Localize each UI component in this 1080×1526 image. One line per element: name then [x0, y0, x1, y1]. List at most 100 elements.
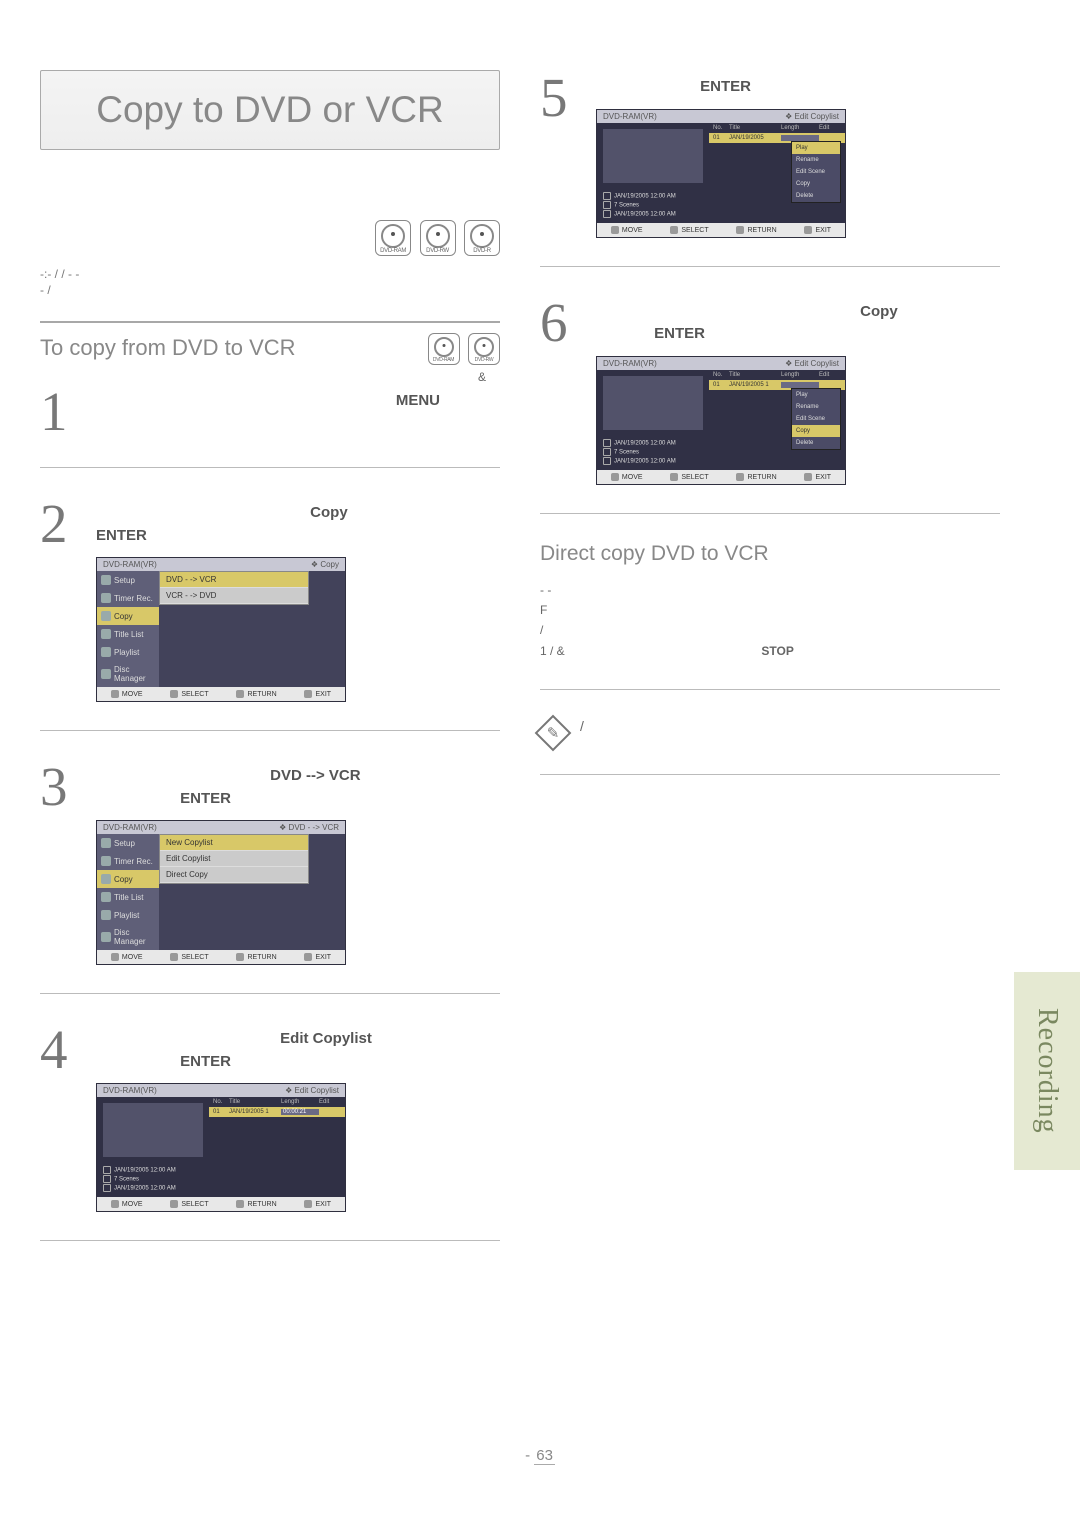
- osd-submenu: DVD - -> VCR VCR - -> DVD: [159, 571, 309, 605]
- hint-select: SELECT: [670, 226, 708, 234]
- divider: [40, 730, 500, 731]
- disc-dvd-ram-icon: DVD-RAM: [375, 220, 411, 256]
- divider: [540, 689, 1000, 690]
- ctx-rename[interactable]: Rename: [792, 154, 840, 166]
- hint-exit: EXIT: [304, 953, 331, 961]
- step-number: 6: [540, 295, 578, 485]
- osd-context: ❖ Copy: [311, 560, 339, 569]
- clock-icon: [101, 856, 111, 866]
- ctx-play[interactable]: Play: [792, 142, 840, 154]
- divider: [540, 266, 1000, 267]
- submenu-item[interactable]: DVD - -> VCR: [160, 572, 308, 588]
- osd-footer: MOVE SELECT RETURN EXIT: [597, 470, 845, 484]
- disc-icon: [101, 669, 111, 679]
- playlist-icon: [101, 910, 111, 920]
- disc-icon: [101, 932, 111, 942]
- sidebar-item-playlist[interactable]: Playlist: [97, 906, 159, 924]
- hint-move: MOVE: [111, 1200, 143, 1208]
- submenu-item[interactable]: Edit Copylist: [160, 851, 308, 867]
- osd-footer: MOVE SELECT RETURN EXIT: [97, 1197, 345, 1211]
- sidebar-item-copy[interactable]: Copy: [97, 870, 159, 888]
- sidebar-item-setup[interactable]: Setup: [97, 834, 159, 852]
- hint-select: SELECT: [170, 953, 208, 961]
- context-menu: Play Rename Edit Scene Copy Delete: [791, 141, 841, 203]
- ctx-delete[interactable]: Delete: [792, 437, 840, 449]
- step-number: 4: [40, 1022, 78, 1212]
- hint-move: MOVE: [611, 473, 643, 481]
- ctx-copy[interactable]: Copy: [792, 178, 840, 190]
- direct-copy-lines: - - F / 1 / & STOP: [540, 580, 1000, 662]
- clip-info: JAN/19/2005 12:00 AM 7 Scenes JAN/19/200…: [603, 439, 703, 466]
- osd-title: DVD-RAM(VR): [603, 359, 657, 368]
- sidebar-item-discmgr[interactable]: Disc Manager: [97, 924, 159, 950]
- section-heading: To copy from DVD to VCR: [40, 335, 296, 361]
- hint-return: RETURN: [736, 226, 776, 234]
- step-text: Copy ENTER: [96, 502, 500, 547]
- osd-context: ❖ DVD - -> VCR: [279, 823, 339, 832]
- ctx-copy[interactable]: Copy: [792, 425, 840, 437]
- hint-return: RETURN: [236, 953, 276, 961]
- osd-footer: MOVE SELECT RETURN EXIT: [597, 223, 845, 237]
- label-word: Copy: [860, 303, 898, 320]
- disc-badge-row-small: DVD-RAM DVD-RW: [424, 333, 500, 370]
- step-text: DVD --> VCR ENTER: [96, 765, 500, 810]
- osd-step2: DVD-RAM(VR) ❖ Copy Setup Timer Rec. Copy…: [96, 557, 346, 702]
- note-text: /: [580, 718, 584, 734]
- clock-icon: [101, 593, 111, 603]
- sidebar-item-playlist[interactable]: Playlist: [97, 643, 159, 661]
- direct-copy-heading: Direct copy DVD to VCR: [540, 542, 1000, 566]
- disc-dvd-rw-icon: DVD-RW: [420, 220, 456, 256]
- submenu-item[interactable]: VCR - -> DVD: [160, 588, 308, 604]
- menu-keyword: MENU: [396, 392, 440, 409]
- list-icon: [101, 892, 111, 902]
- osd-step3: DVD-RAM(VR) ❖ DVD - -> VCR Setup Timer R…: [96, 820, 346, 965]
- step-number: 2: [40, 496, 78, 702]
- step-number: 1: [40, 384, 78, 439]
- stop-keyword: STOP: [761, 644, 793, 658]
- page-title: Copy to DVD or VCR: [40, 70, 500, 150]
- gear-icon: [101, 838, 111, 848]
- sidebar-item-timer[interactable]: Timer Rec.: [97, 589, 159, 607]
- osd-step6: DVD-RAM(VR) ❖ Edit Copylist JAN/19/2005 …: [596, 356, 846, 485]
- clip-info: JAN/19/2005 12:00 AM 7 Scenes JAN/19/200…: [603, 192, 703, 219]
- sidebar-item-setup[interactable]: Setup: [97, 571, 159, 589]
- step-text: Copy ENTER: [596, 301, 1000, 346]
- context-menu: Play Rename Edit Scene Copy Delete: [791, 388, 841, 450]
- hint-return: RETURN: [736, 473, 776, 481]
- osd-title: DVD-RAM(VR): [103, 560, 157, 569]
- ctx-editscene[interactable]: Edit Scene: [792, 413, 840, 425]
- osd-footer: MOVE SELECT RETURN EXIT: [97, 687, 345, 701]
- osd-title: DVD-RAM(VR): [603, 112, 657, 121]
- osd-submenu: New Copylist Edit Copylist Direct Copy: [159, 834, 309, 884]
- table-row[interactable]: 01JAN/19/2005 100:00:21: [209, 1107, 345, 1117]
- enter-keyword: ENTER: [180, 1053, 231, 1070]
- ctx-play[interactable]: Play: [792, 389, 840, 401]
- disc-dvd-ram-icon: DVD-RAM: [428, 333, 460, 365]
- page-footer: - 63: [0, 1447, 1080, 1464]
- submenu-item[interactable]: Direct Copy: [160, 867, 308, 883]
- gear-icon: [101, 575, 111, 585]
- meta-line-2: - /: [40, 283, 500, 297]
- disc-badge-row: DVD-RAM DVD-RW DVD-R: [40, 220, 500, 261]
- table-header: No.TitleLengthEdit: [709, 370, 845, 380]
- enter-keyword: ENTER: [96, 527, 147, 544]
- sidebar-item-timer[interactable]: Timer Rec.: [97, 852, 159, 870]
- divider: [40, 1240, 500, 1241]
- sidebar-item-copy[interactable]: Copy: [97, 607, 159, 625]
- divider: [540, 513, 1000, 514]
- sidebar-item-titlelist[interactable]: Title List: [97, 888, 159, 906]
- clip-info: JAN/19/2005 12:00 AM 7 Scenes JAN/19/200…: [103, 1166, 203, 1193]
- ctx-rename[interactable]: Rename: [792, 401, 840, 413]
- disc-dvd-r-icon: DVD-R: [464, 220, 500, 256]
- step-number: 3: [40, 759, 78, 965]
- table-header: No.TitleLengthEdit: [209, 1097, 345, 1107]
- enter-keyword: ENTER: [180, 790, 231, 807]
- osd-footer: MOVE SELECT RETURN EXIT: [97, 950, 345, 964]
- ctx-delete[interactable]: Delete: [792, 190, 840, 202]
- osd-title: DVD-RAM(VR): [103, 823, 157, 832]
- submenu-item[interactable]: New Copylist: [160, 835, 308, 851]
- osd-sidebar: Setup Timer Rec. Copy Title List Playlis…: [97, 571, 159, 687]
- sidebar-item-titlelist[interactable]: Title List: [97, 625, 159, 643]
- ctx-editscene[interactable]: Edit Scene: [792, 166, 840, 178]
- sidebar-item-discmgr[interactable]: Disc Manager: [97, 661, 159, 687]
